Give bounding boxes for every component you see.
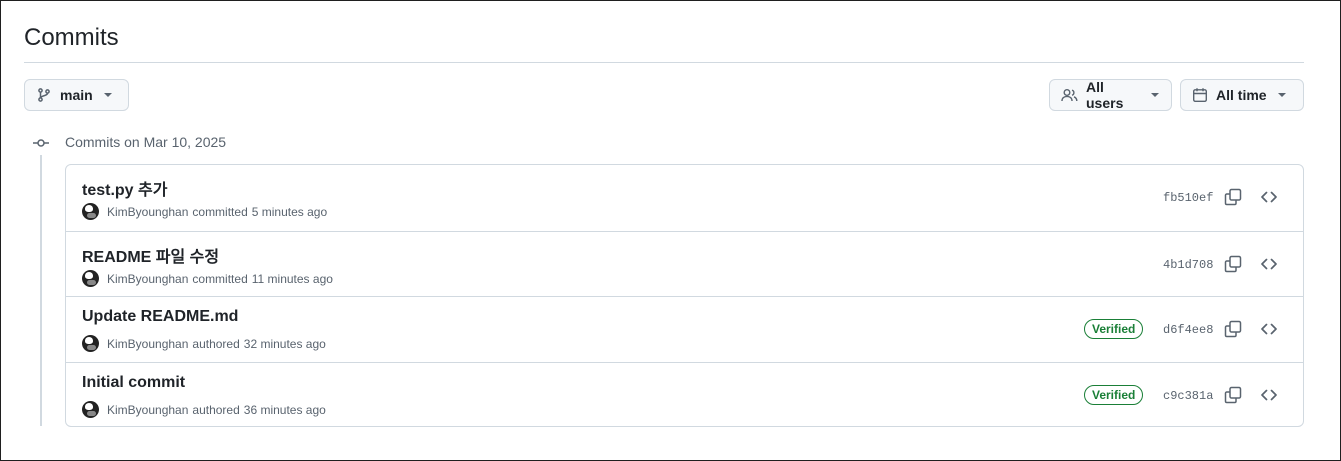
users-filter-button[interactable]: All users: [1049, 79, 1172, 111]
commit-action: authored: [192, 336, 240, 351]
commit-action: committed: [192, 204, 248, 219]
commit-row: test.py 추가 KimByounghan committed 5 minu…: [66, 165, 1303, 231]
branch-select-label: main: [60, 87, 93, 103]
commit-meta: KimByounghan authored 32 minutes ago: [82, 335, 326, 352]
commit-row: Initial commit KimByounghan authored 36 …: [66, 362, 1303, 426]
time-filter-label: All time: [1216, 87, 1267, 103]
commit-group-heading: Commits on Mar 10, 2025: [65, 134, 227, 150]
commit-list: test.py 추가 KimByounghan committed 5 minu…: [65, 164, 1304, 427]
commit-time: 32 minutes ago: [243, 336, 326, 351]
commit-sha-link[interactable]: c9c381a: [1163, 389, 1213, 403]
copy-icon[interactable]: [1224, 255, 1242, 278]
commit-time: 5 minutes ago: [251, 204, 328, 219]
page-title: Commits: [24, 24, 119, 51]
timeline-line: [40, 155, 42, 426]
code-icon[interactable]: [1260, 386, 1278, 409]
code-icon[interactable]: [1260, 188, 1278, 211]
verified-badge[interactable]: Verified: [1084, 385, 1144, 405]
copy-icon[interactable]: [1224, 386, 1242, 409]
commit-sha-link[interactable]: 4b1d708: [1163, 258, 1213, 272]
commit-author-link[interactable]: KimByounghan: [107, 403, 188, 417]
users-filter-label: All users: [1086, 79, 1124, 111]
commit-meta: KimByounghan committed 11 minutes ago: [82, 270, 333, 287]
git-branch-icon: [36, 87, 52, 103]
commit-sha-link[interactable]: fb510ef: [1163, 191, 1213, 205]
commit-time: 36 minutes ago: [243, 402, 326, 417]
commit-author-link[interactable]: KimByounghan: [107, 272, 188, 286]
commit-row: README 파일 수정 KimByounghan committed 11 m…: [66, 231, 1303, 297]
avatar[interactable]: [82, 335, 99, 352]
caret-down-icon: [1277, 92, 1287, 98]
commit-action: committed: [192, 271, 248, 286]
verified-badge[interactable]: Verified: [1084, 319, 1144, 339]
time-filter-button[interactable]: All time: [1180, 79, 1304, 111]
commit-message-link[interactable]: Initial commit: [82, 374, 185, 392]
commit-meta: KimByounghan authored 36 minutes ago: [82, 401, 326, 418]
caret-down-icon: [103, 92, 113, 98]
git-commit-icon: [33, 136, 49, 154]
commit-meta: KimByounghan committed 5 minutes ago: [82, 203, 327, 220]
copy-icon[interactable]: [1224, 188, 1242, 211]
commit-sha-link[interactable]: d6f4ee8: [1163, 323, 1213, 337]
commit-author-link[interactable]: KimByounghan: [107, 337, 188, 351]
title-divider: [24, 62, 1304, 63]
commit-message-link[interactable]: test.py 추가: [82, 176, 167, 200]
people-icon: [1061, 87, 1078, 103]
branch-select-button[interactable]: main: [24, 79, 129, 111]
avatar[interactable]: [82, 401, 99, 418]
commit-action: authored: [192, 402, 240, 417]
code-icon[interactable]: [1260, 320, 1278, 343]
calendar-icon: [1192, 87, 1208, 103]
caret-down-icon: [1150, 92, 1160, 98]
commit-message-link[interactable]: README 파일 수정: [82, 243, 219, 267]
commit-row: Update README.md KimByounghan authored 3…: [66, 296, 1303, 362]
commit-time: 11 minutes ago: [251, 271, 333, 286]
commit-message-link[interactable]: Update README.md: [82, 308, 238, 326]
code-icon[interactable]: [1260, 255, 1278, 278]
avatar[interactable]: [82, 203, 99, 220]
copy-icon[interactable]: [1224, 320, 1242, 343]
avatar[interactable]: [82, 270, 99, 287]
commit-author-link[interactable]: KimByounghan: [107, 205, 188, 219]
